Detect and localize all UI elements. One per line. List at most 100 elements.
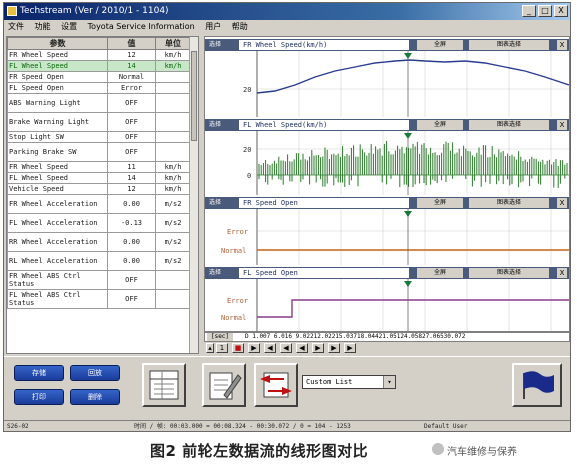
parameter-value-cell: 0.00 — [107, 194, 156, 214]
parameter-name-cell: Vehicle Speed — [7, 183, 108, 195]
graph-panel-header: 选择 FL Speed Open 全屏 图表选择 X — [205, 267, 569, 279]
y-axis-label: 20 — [243, 86, 251, 94]
scrollbar-thumb[interactable] — [191, 51, 197, 141]
chevron-down-icon[interactable]: ▾ — [383, 376, 395, 388]
parameter-value-cell: OFF — [107, 93, 156, 113]
parameter-value-cell: 0.00 — [107, 251, 156, 271]
y-axis-label-top: 20 — [243, 146, 251, 154]
data-list-view-button[interactable] — [142, 363, 186, 407]
step-forward-icon[interactable]: ▶ — [312, 343, 324, 353]
panel-select-label[interactable]: 选择 — [209, 198, 221, 208]
parameter-value-cell: OFF — [107, 131, 156, 143]
table-row[interactable]: FL Wheel Speed 14 km/h — [7, 172, 191, 184]
panel-title: FR Wheel Speed(km/h) — [239, 40, 409, 50]
table-row[interactable]: FR Wheel Speed 11 km/h — [7, 161, 191, 173]
column-header-parameter[interactable]: 参数 — [7, 37, 108, 50]
table-row[interactable]: FL Wheel ABS Ctrl Status OFF — [7, 289, 191, 309]
compare-list-button[interactable] — [254, 363, 298, 407]
time-unit-label: [sec] — [207, 333, 233, 341]
parameter-value-cell: Error — [107, 82, 156, 94]
parameter-name-cell: FL Wheel ABS Ctrl Status — [7, 289, 108, 309]
step-up-icon[interactable]: ▴ — [206, 343, 214, 353]
parameter-value-cell: OFF — [107, 142, 156, 162]
step-forward-fast-icon[interactable]: ▶ — [328, 343, 340, 353]
cursor-marker-icon[interactable] — [404, 133, 412, 139]
panel-close-button[interactable]: X — [557, 198, 567, 208]
y-axis-label-normal: Normal — [221, 314, 246, 322]
parameter-name-cell: FR Wheel Acceleration — [7, 194, 108, 214]
watermark-text: 汽车维修与保养 — [447, 447, 517, 458]
table-row[interactable]: FL Wheel Speed 14 km/h — [7, 60, 191, 72]
print-button[interactable]: 打印 — [14, 389, 64, 405]
fullscreen-button[interactable]: 全屏 — [417, 120, 463, 130]
cursor-marker-icon[interactable] — [404, 211, 412, 217]
menu-user[interactable]: 用户 — [201, 20, 225, 34]
menu-function[interactable]: 功能 — [31, 20, 55, 34]
rewind-start-icon[interactable]: ◀ — [264, 343, 276, 353]
table-row[interactable]: FL Wheel Acceleration -0.13 m/s2 — [7, 213, 191, 233]
table-row[interactable]: RR Wheel Acceleration 0.00 m/s2 — [7, 232, 191, 252]
chart-select-button[interactable]: 图表选择 — [469, 120, 549, 130]
step-back-fast-icon[interactable]: ◀ — [296, 343, 308, 353]
fl-wheel-speed-series — [258, 140, 568, 188]
table-row[interactable]: Parking Brake SW OFF — [7, 142, 191, 162]
table-row[interactable]: Vehicle Speed 12 km/h — [7, 183, 191, 195]
data-list-table: 参数 值 单位 FR Wheel Speed 12 km/h FL Wheel Spe… — [7, 37, 191, 309]
table-row[interactable]: ABS Warning Light OFF — [7, 93, 191, 113]
step-back-icon[interactable]: ◀ — [280, 343, 292, 353]
menu-toyota-service-info[interactable]: Toyota Service Information — [84, 20, 199, 34]
play-icon[interactable]: ▶ — [248, 343, 260, 353]
table-row[interactable]: FR Wheel Acceleration 0.00 m/s2 — [7, 194, 191, 214]
parameter-value-cell: OFF — [107, 289, 156, 309]
chart-select-button[interactable]: 图表选择 — [469, 40, 549, 50]
fullscreen-button[interactable]: 全屏 — [417, 268, 463, 278]
panel-close-button[interactable]: X — [557, 120, 567, 130]
menu-file[interactable]: 文件 — [4, 20, 28, 34]
table-row[interactable]: Stop Light SW OFF — [7, 131, 191, 143]
table-row[interactable]: Brake Warning Light OFF — [7, 112, 191, 132]
table-row[interactable]: FL Speed Open Error — [7, 82, 191, 94]
frame-field[interactable]: 1 — [216, 343, 228, 353]
edit-list-button[interactable] — [202, 363, 246, 407]
replay-button[interactable]: 回放 — [70, 365, 120, 381]
parameter-name-cell: FL Wheel Acceleration — [7, 213, 108, 233]
menu-help[interactable]: 帮助 — [228, 20, 252, 34]
menu-bar: 文件 功能 设置 Toyota Service Information 用户 帮… — [4, 20, 570, 34]
forward-end-icon[interactable]: ▶ — [344, 343, 356, 353]
parameter-name-cell: Parking Brake SW — [7, 142, 108, 162]
cursor-marker-icon[interactable] — [404, 281, 412, 287]
cursor-marker-icon[interactable] — [404, 53, 412, 59]
panel-select-label[interactable]: 选择 — [209, 120, 221, 130]
minimize-button[interactable]: _ — [522, 5, 536, 17]
custom-list-select[interactable]: Custom List ▾ — [302, 375, 396, 389]
close-button[interactable]: X — [554, 5, 568, 17]
stop-icon[interactable]: ■ — [232, 343, 244, 353]
table-row[interactable]: FR Speed Open Normal — [7, 71, 191, 83]
flag-button[interactable] — [512, 363, 562, 407]
fullscreen-button[interactable]: 全屏 — [417, 40, 463, 50]
chart-select-button[interactable]: 图表选择 — [469, 268, 549, 278]
table-scrollbar[interactable] — [189, 37, 198, 353]
fullscreen-button[interactable]: 全屏 — [417, 198, 463, 208]
parameter-name-cell: FL Speed Open — [7, 82, 108, 94]
parameter-name-cell: FR Wheel Speed — [7, 49, 108, 61]
parameter-unit-cell — [155, 270, 191, 290]
table-row[interactable]: FR Wheel ABS Ctrl Status OFF — [7, 270, 191, 290]
parameter-name-cell: ABS Warning Light — [7, 93, 108, 113]
column-header-unit[interactable]: 单位 — [155, 37, 191, 50]
delete-button[interactable]: 删除 — [70, 389, 120, 405]
fr-wheel-speed-line — [256, 59, 569, 94]
menu-settings[interactable]: 设置 — [57, 20, 81, 34]
panel-title: FL Speed Open — [239, 268, 409, 278]
table-row[interactable]: RL Wheel Acceleration 0.00 m/s2 — [7, 251, 191, 271]
panel-close-button[interactable]: X — [557, 40, 567, 50]
maximize-button[interactable]: □ — [538, 5, 552, 17]
column-header-value[interactable]: 值 — [107, 37, 156, 50]
store-button[interactable]: 存储 — [14, 365, 64, 381]
chart-select-button[interactable]: 图表选择 — [469, 198, 549, 208]
panel-select-label[interactable]: 选择 — [209, 40, 221, 50]
table-row[interactable]: FR Wheel Speed 12 km/h — [7, 49, 191, 61]
parameter-value-cell: OFF — [107, 112, 156, 132]
panel-select-label[interactable]: 选择 — [209, 268, 221, 278]
panel-close-button[interactable]: X — [557, 268, 567, 278]
